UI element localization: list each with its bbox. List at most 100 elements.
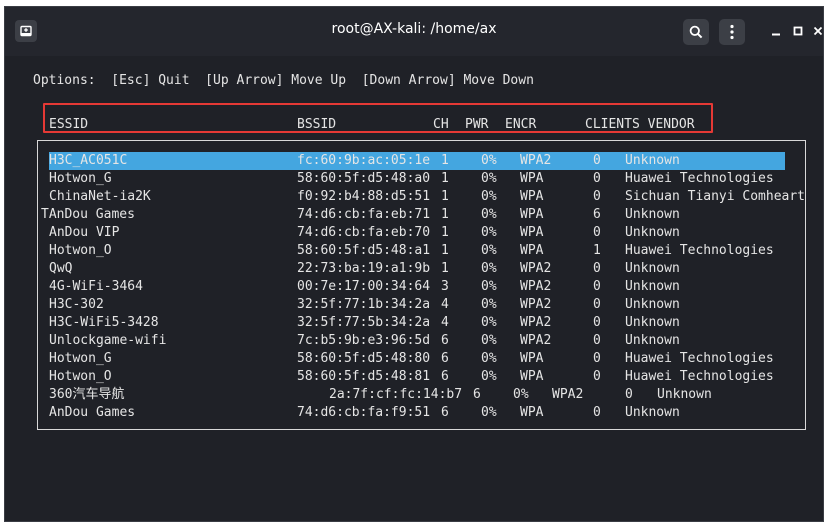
cell-pwr: 0% <box>481 189 497 204</box>
network-row[interactable]: Hotwon_G 58:60:5f:d5:48:a0 1 0% WPA 0 Huawei T… <box>5 170 823 188</box>
cell-essid: Unlockgame-wifi <box>49 333 167 348</box>
cell-essid: Hotwon_G <box>49 171 112 186</box>
cell-vendor: Unknown <box>625 153 680 168</box>
cell-pwr: 0% <box>481 405 497 420</box>
column-header-essid: ESSID <box>49 117 89 132</box>
network-row[interactable]: H3C-302 32:5f:77:1b:34:2a 4 0% WPA2 0 Unknown <box>5 296 823 314</box>
terminal-output[interactable]: Options: [Esc] Quit [Up Arrow] Move Up [… <box>5 56 823 521</box>
cell-pwr: 0% <box>481 261 497 276</box>
cell-ch: 1 <box>441 225 449 240</box>
cell-bssid: 58:60:5f:d5:48:80 <box>297 351 431 366</box>
cell-clients: 0 <box>625 387 633 402</box>
cell-clients: 0 <box>593 261 601 276</box>
cell-essid: TAnDou Games <box>41 207 135 222</box>
network-row[interactable]: AnDou VIP 74:d6:cb:fa:eb:70 1 0% WPA 0 Unknown <box>5 224 823 242</box>
network-row[interactable]: H3C_AC051C fc:60:9b:ac:05:1e 1 0% WPA2 0 Unkno… <box>5 152 823 170</box>
network-row[interactable]: QwQ 22:73:ba:19:a1:9b 1 0% WPA2 0 Unknown <box>5 260 823 278</box>
minimize-icon <box>772 33 780 36</box>
cell-encr: WPA2 <box>520 261 552 276</box>
cell-vendor: Unknown <box>625 225 680 240</box>
cell-encr: WPA <box>520 189 544 204</box>
cell-clients: 1 <box>593 243 601 258</box>
network-row[interactable]: Unlockgame-wifi 7c:b5:9b:e3:96:5d 6 0% WPA2 0… <box>5 332 823 350</box>
network-row[interactable]: Hotwon_G 58:60:5f:d5:48:80 6 0% WPA 0 Huawei T… <box>5 350 823 368</box>
options-hint: Options: [Esc] Quit [Up Arrow] Move Up [… <box>33 73 534 88</box>
cell-pwr: 0% <box>481 171 497 186</box>
network-row[interactable]: AnDou Games 74:d6:cb:fa:f9:51 6 0% WPA 0 Unkno… <box>5 404 823 422</box>
cell-pwr: 0% <box>481 351 497 366</box>
network-row[interactable]: Hotwon_O 58:60:5f:d5:48:a1 1 0% WPA 1 Huawei T… <box>5 242 823 260</box>
cell-encr: WPA <box>520 405 544 420</box>
cell-vendor: Huawei Technologies <box>625 369 774 384</box>
cell-ch: 1 <box>441 189 449 204</box>
cell-pwr: 0% <box>481 279 497 294</box>
cell-bssid: 58:60:5f:d5:48:a0 <box>297 171 431 186</box>
cell-encr: WPA <box>520 369 544 384</box>
cell-pwr: 0% <box>481 225 497 240</box>
column-header-ch: CH <box>433 117 449 132</box>
cell-vendor: Unknown <box>625 207 680 222</box>
cell-bssid: 7c:b5:9b:e3:96:5d <box>297 333 431 348</box>
terminal-window: root@AX-kali: /home/ax Options: [Esc] Qu… <box>4 6 824 522</box>
network-row[interactable]: TAnDou Games 74:d6:cb:fa:eb:71 1 0% WPA 6 Unkn… <box>5 206 823 224</box>
network-row[interactable]: Hotwon_O 58:60:5f:d5:48:81 6 0% WPA 0 Huawei T… <box>5 368 823 386</box>
cell-vendor: Unknown <box>625 333 680 348</box>
close-button[interactable] <box>811 23 823 39</box>
menu-button[interactable] <box>719 19 745 45</box>
cell-ch: 4 <box>441 297 449 312</box>
column-header-bssid: BSSID <box>297 117 337 132</box>
network-row[interactable]: 360汽车导航 2a:7f:cf:fc:14:b7 6 0% WPA2 0 Unknown <box>5 386 823 404</box>
cell-vendor: Unknown <box>625 279 680 294</box>
cell-essid: H3C_AC051C <box>49 153 128 168</box>
minimize-button[interactable] <box>769 23 783 39</box>
cell-encr: WPA <box>520 225 544 240</box>
maximize-icon <box>793 26 803 36</box>
close-icon <box>813 26 823 36</box>
cell-ch: 1 <box>441 243 449 258</box>
cell-clients: 0 <box>593 297 601 312</box>
cell-vendor: Huawei Technologies <box>625 351 774 366</box>
cell-essid: H3C-WiFi5-3428 <box>49 315 159 330</box>
cell-vendor: Unknown <box>625 315 680 330</box>
network-row[interactable]: H3C-WiFi5-3428 32:5f:77:5b:34:2a 4 0% WPA2 0 U… <box>5 314 823 332</box>
cell-clients: 0 <box>593 189 601 204</box>
network-row[interactable]: 4G-WiFi-3464 00:7e:17:00:34:64 3 0% WPA2 0 Unk… <box>5 278 823 296</box>
cell-encr: WPA <box>520 171 544 186</box>
cell-essid: AnDou Games <box>49 405 136 420</box>
cell-vendor: Huawei Technologies <box>625 171 774 186</box>
cell-clients: 6 <box>593 207 601 222</box>
cell-essid: ChinaNet-ia2K <box>49 189 151 204</box>
cell-vendor: Unknown <box>657 387 712 402</box>
cell-ch: 6 <box>441 369 449 384</box>
cell-ch: 6 <box>441 405 449 420</box>
cell-ch: 6 <box>441 351 449 366</box>
kebab-menu-icon <box>730 24 734 40</box>
cell-encr: WPA <box>520 351 544 366</box>
network-row[interactable]: ChinaNet-ia2K f0:92:b4:88:d5:51 1 0% WPA 0 Sic… <box>5 188 823 206</box>
cell-bssid: 00:7e:17:00:34:64 <box>297 279 431 294</box>
cell-vendor: Unknown <box>625 405 680 420</box>
cell-clients: 0 <box>593 333 601 348</box>
search-button[interactable] <box>683 19 709 45</box>
cell-vendor: Unknown <box>625 297 680 312</box>
cell-clients: 0 <box>593 153 601 168</box>
cell-pwr: 0% <box>481 207 497 222</box>
cell-clients: 0 <box>593 369 601 384</box>
cell-bssid: 2a:7f:cf:fc:14:b7 <box>329 387 463 402</box>
cell-bssid: 74:d6:cb:fa:f9:51 <box>297 405 431 420</box>
column-header-pwr: PWR <box>465 117 489 132</box>
cell-bssid: 58:60:5f:d5:48:81 <box>297 369 431 384</box>
cell-essid: 360汽车导航 <box>49 387 125 402</box>
cell-bssid: 74:d6:cb:fa:eb:70 <box>297 225 431 240</box>
cell-essid: 4G-WiFi-3464 <box>49 279 143 294</box>
cell-pwr: 0% <box>481 369 497 384</box>
maximize-button[interactable] <box>791 23 805 39</box>
cell-clients: 0 <box>593 225 601 240</box>
cell-essid: H3C-302 <box>49 297 104 312</box>
cell-vendor: Unknown <box>625 261 680 276</box>
cell-clients: 0 <box>593 405 601 420</box>
cell-ch: 6 <box>441 333 449 348</box>
cell-bssid: fc:60:9b:ac:05:1e <box>297 153 431 168</box>
search-icon <box>689 25 703 39</box>
cell-bssid: 58:60:5f:d5:48:a1 <box>297 243 431 258</box>
